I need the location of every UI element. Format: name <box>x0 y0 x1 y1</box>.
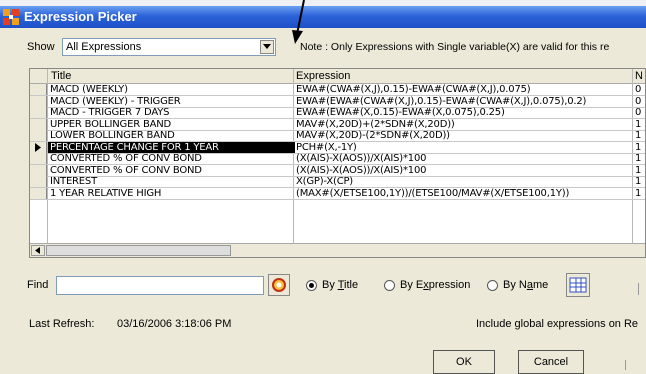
by-title-label[interactable]: By Title <box>322 279 358 291</box>
find-input[interactable] <box>56 276 264 295</box>
by-expression-radio[interactable] <box>384 280 395 291</box>
cell-n[interactable]: 1 <box>635 188 645 199</box>
cell-title[interactable]: MACD (WEEKLY) <box>50 84 293 95</box>
cell-n[interactable]: 1 <box>635 165 645 176</box>
table-row[interactable]: UPPER BOLLINGER BAND MAV#(X,20D)+(2*SDN#(… <box>30 118 645 130</box>
table-row[interactable]: CONVERTED % OF CONV BOND (X(AIS)-X(AOS))/… <box>30 164 645 176</box>
cell-n[interactable]: 1 <box>635 130 645 141</box>
cell-n[interactable]: 1 <box>635 142 645 153</box>
cell-expression[interactable]: EWA#(CWA#(X,J),0.15)-EWA#(CWA#(X,J),0.07… <box>296 84 632 95</box>
cancel-button[interactable]: Cancel <box>518 350 584 374</box>
table-row[interactable]: MACD (WEEKLY) - TRIGGER EWA#(EWA#(CWA#(X,… <box>30 95 645 107</box>
row-indicator[interactable] <box>30 176 47 187</box>
ok-button[interactable]: OK <box>433 350 495 374</box>
cell-expression[interactable]: X(GP)-X(CP) <box>296 176 632 187</box>
clipped-control <box>638 283 639 295</box>
annotation-arrow <box>292 0 305 44</box>
horizontal-scrollbar[interactable] <box>30 243 645 257</box>
cell-title[interactable]: UPPER BOLLINGER BAND <box>50 119 293 130</box>
current-row-icon <box>35 142 41 152</box>
last-refresh-label: Last Refresh: <box>29 318 95 330</box>
cell-title[interactable]: CONVERTED % OF CONV BOND <box>50 165 293 176</box>
cell-title[interactable]: LOWER BOLLINGER BAND <box>50 130 293 141</box>
scroll-left-button[interactable] <box>31 245 45 256</box>
search-button[interactable] <box>268 274 290 296</box>
by-title-radio[interactable] <box>306 280 317 291</box>
cell-title[interactable]: MACD (WEEKLY) - TRIGGER <box>50 96 293 107</box>
cell-n[interactable]: 0 <box>635 84 645 95</box>
cell-title[interactable]: CONVERTED % OF CONV BOND <box>50 153 293 164</box>
clipped-button-edge <box>625 360 626 370</box>
cell-n[interactable]: 0 <box>635 96 645 107</box>
cell-title[interactable]: INTEREST <box>50 176 293 187</box>
table-row[interactable]: MACD (WEEKLY) EWA#(CWA#(X,J),0.15)-EWA#(C… <box>30 84 645 95</box>
table-row[interactable]: CONVERTED % OF CONV BOND (X(AIS)-X(AOS))/… <box>30 153 645 164</box>
cell-title[interactable]: PERCENTAGE CHANGE FOR 1 YEAR <box>48 141 295 153</box>
cell-expression[interactable]: PCH#(X,-1Y) <box>296 142 632 153</box>
by-name-label[interactable]: By Name <box>503 279 548 291</box>
column-header-title[interactable]: Title <box>51 70 71 82</box>
row-indicator[interactable] <box>30 107 47 118</box>
table-icon <box>569 277 587 293</box>
cell-expression[interactable]: (X(AIS)-X(AOS))/X(AIS)*100 <box>296 153 632 164</box>
table-row-selected[interactable]: PERCENTAGE CHANGE FOR 1 YEAR PCH#(X,-1Y) 1 <box>30 141 645 153</box>
table-row[interactable]: LOWER BOLLINGER BAND MAV#(X,20D)-(2*SDN#(… <box>30 130 645 141</box>
cell-title[interactable]: 1 YEAR RELATIVE HIGH <box>50 188 293 199</box>
row-separator <box>30 198 645 200</box>
search-icon <box>272 278 286 292</box>
arrow-left-icon <box>35 247 40 254</box>
table-row[interactable]: INTEREST X(GP)-X(CP) 1 <box>30 176 645 187</box>
row-indicator[interactable] <box>30 84 47 95</box>
cell-expression[interactable]: MAV#(X,20D)-(2*SDN#(X,20D)) <box>296 130 632 141</box>
row-indicator[interactable] <box>30 141 47 153</box>
row-indicator[interactable] <box>30 164 47 176</box>
last-refresh-value: 03/16/2006 3:18:06 PM <box>117 318 232 330</box>
cell-n[interactable]: 1 <box>635 176 645 187</box>
row-indicator[interactable] <box>30 153 47 164</box>
grid-view-button[interactable] <box>566 273 590 297</box>
row-indicator[interactable] <box>30 130 47 141</box>
show-dropdown-value: All Expressions <box>66 41 142 53</box>
note-text: Note : Only Expressions with Single vari… <box>300 41 610 53</box>
column-header-n[interactable]: N <box>635 70 643 82</box>
table-row[interactable]: 1 YEAR RELATIVE HIGH (MAX#(X/ETSE100,1Y))… <box>30 187 645 199</box>
table-row[interactable]: MACD - TRIGGER 7 DAYS EWA#(EWA#(X,0.15)-E… <box>30 107 645 118</box>
find-label: Find <box>27 279 49 291</box>
grid-header: Title Expression N <box>30 69 645 84</box>
row-indicator[interactable] <box>30 118 47 130</box>
expressions-grid[interactable]: Title Expression N MACD (WEEKLY) EWA#(CWA… <box>29 68 646 258</box>
by-expression-label[interactable]: By Expression <box>400 279 470 291</box>
row-indicator[interactable] <box>30 95 47 107</box>
cell-expression[interactable]: EWA#(EWA#(CWA#(X,J),0.15)-EWA#(CWA#(X,J)… <box>296 96 632 107</box>
cell-expression[interactable]: MAV#(X,20D)+(2*SDN#(X,20D)) <box>296 119 632 130</box>
scrollbar-thumb[interactable] <box>46 245 231 256</box>
cell-expression[interactable]: EWA#(EWA#(X,0.15)-EWA#(X,0.075),0.25) <box>296 107 632 118</box>
cell-n[interactable]: 1 <box>635 119 645 130</box>
show-label: Show <box>27 41 55 53</box>
cell-expression[interactable]: (X(AIS)-X(AOS))/X(AIS)*100 <box>296 165 632 176</box>
cell-title[interactable]: MACD - TRIGGER 7 DAYS <box>50 107 293 118</box>
by-name-radio[interactable] <box>487 280 498 291</box>
cell-n[interactable]: 0 <box>635 107 645 118</box>
column-header-expression[interactable]: Expression <box>296 70 350 82</box>
expression-picker-window: ... Expression Picker Show All Expressio… <box>0 0 646 374</box>
cell-expression[interactable]: (MAX#(X/ETSE100,1Y))/(ETSE100/MAV#(X/ETS… <box>296 188 632 199</box>
chevron-down-icon[interactable] <box>260 40 274 54</box>
show-dropdown[interactable]: All Expressions <box>62 38 276 56</box>
cell-n[interactable]: 1 <box>635 153 645 164</box>
include-global-label[interactable]: Include global expressions on Re <box>476 318 638 330</box>
row-indicator[interactable] <box>30 187 47 199</box>
